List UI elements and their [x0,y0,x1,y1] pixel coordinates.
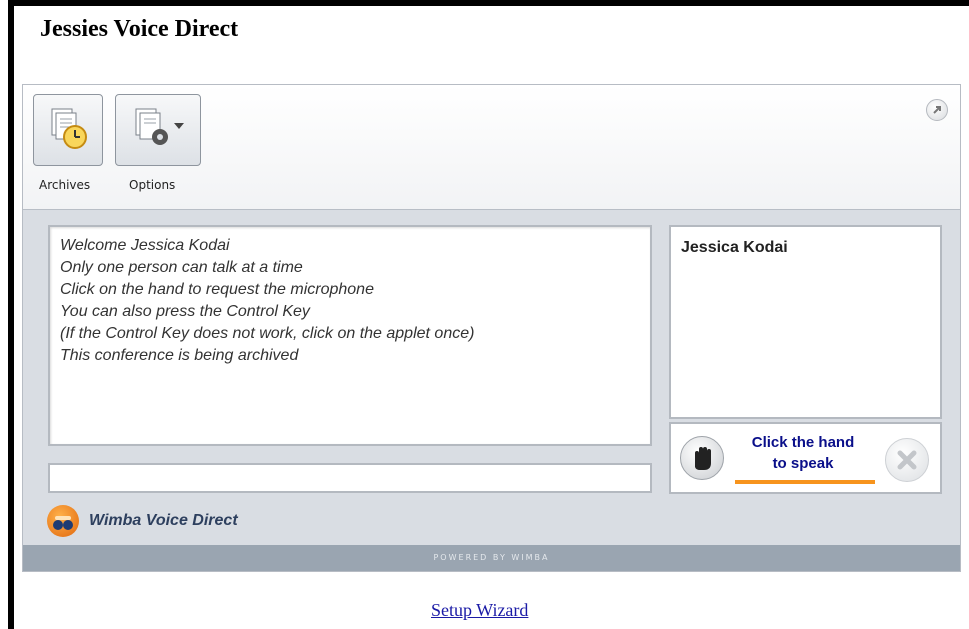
window-border-left [8,0,14,629]
click-hand-instruction: Click the hand to speak [733,432,873,474]
page-title: Jessies Voice Direct [40,16,239,42]
applet-toolbar: Archives Options [23,85,960,210]
archives-clock-icon [51,108,87,149]
message-line: Click on the hand to request the microph… [60,281,374,298]
options-label: Options [129,178,176,192]
options-gear-icon [135,108,184,145]
message-panel: Welcome Jessica Kodai Only one person ca… [48,225,652,446]
options-button[interactable] [115,94,201,166]
chat-input[interactable] [48,463,652,493]
popout-arrow-icon[interactable] [926,99,948,121]
wimba-logo [47,505,79,537]
hand-icon[interactable] [680,436,724,480]
cancel-x-icon[interactable] [885,438,929,482]
participants-panel: Jessica Kodai [669,225,942,419]
archives-label: Archives [39,178,91,192]
message-line: You can also press the Control Key [60,303,310,320]
cancel-x-glyph [897,450,917,470]
talk-panel: Click the hand to speak [669,422,942,494]
message-line: (If the Control Key does not work, click… [60,325,475,342]
message-line: Welcome Jessica Kodai [60,237,230,254]
message-line: This conference is being archived [60,347,299,364]
popout-arrow-glyph [933,106,941,114]
click-hand-line2: to speak [772,455,834,472]
voice-direct-applet: Archives Options Welcome Jessica Kodai O… [22,84,961,572]
participant-name[interactable]: Jessica Kodai [681,239,930,257]
hand-glyph [695,447,711,470]
brand-name: Wimba Voice Direct [89,512,238,529]
message-line: Only one person can talk at a time [60,259,303,276]
talk-indicator-bar [735,480,875,484]
powered-by-footer: POWERED BY WIMBA [23,545,960,571]
click-hand-line1: Click the hand [751,434,855,451]
window-border-top [8,0,969,6]
archives-button[interactable] [33,94,103,166]
brand-block: Wimba Voice Direct [47,505,238,537]
setup-wizard-link[interactable]: Setup Wizard [431,600,528,621]
wimba-logo-glyph [53,516,73,530]
